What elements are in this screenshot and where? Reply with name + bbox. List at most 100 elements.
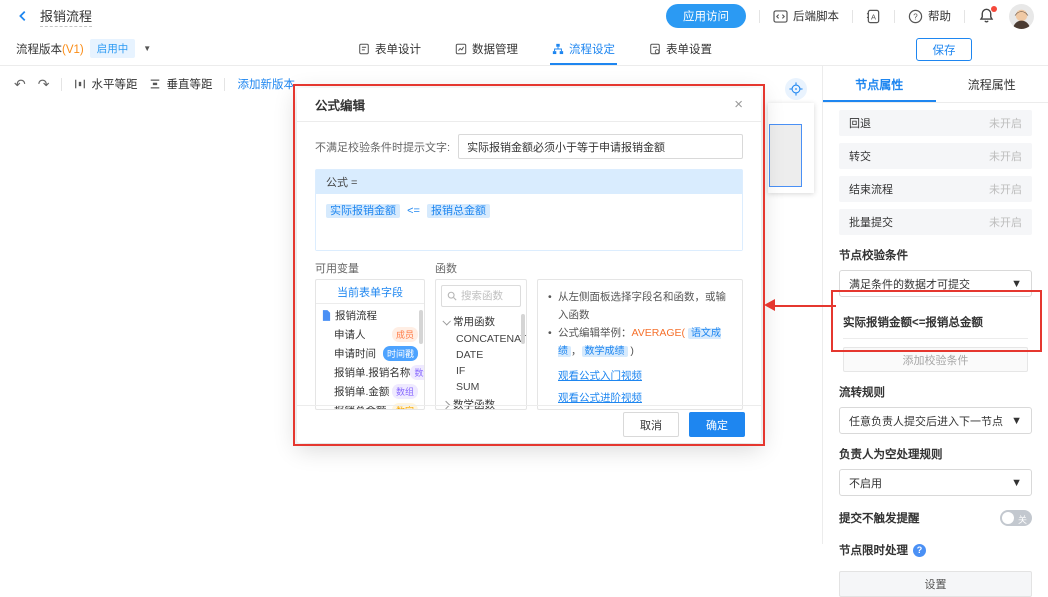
version-label: 流程版本(V1) — [16, 41, 84, 57]
variables-panel: 当前表单字段 报销流程 申请人成员 申请时间时间戳 报销单.报销名称数组 报销单… — [315, 279, 425, 410]
setting-row-rollback[interactable]: 回退未开启 — [839, 110, 1032, 136]
help-icon: ? — [908, 9, 923, 24]
setting-row-batch-submit[interactable]: 批量提交未开启 — [839, 209, 1032, 235]
tab-flow-properties[interactable]: 流程属性 — [936, 66, 1048, 102]
empty-assignee-rule-title: 负责人为空处理规则 — [839, 446, 1032, 462]
cancel-button[interactable]: 取消 — [623, 412, 679, 437]
divider — [759, 10, 760, 23]
locate-crosshair-icon[interactable] — [785, 78, 807, 100]
close-icon[interactable]: × — [734, 97, 743, 112]
function-group-common[interactable]: 常用函数 — [436, 312, 526, 331]
variables-section-label: 可用变量 — [315, 260, 359, 276]
version-dropdown-icon[interactable]: ▼ — [143, 44, 151, 53]
validation-section-title: 节点校验条件 — [839, 247, 1032, 263]
variable-item[interactable]: 报销单.金额数组 — [316, 382, 424, 401]
function-item[interactable]: DATE — [436, 347, 526, 363]
toggle-knob — [1002, 512, 1014, 524]
tab-data-management[interactable]: 数据管理 — [453, 32, 520, 65]
validation-condition[interactable]: 实际报销金额<=报销总金额 — [843, 311, 1028, 339]
function-item[interactable]: SUM — [436, 379, 526, 395]
status-text: 未开启 — [989, 148, 1022, 164]
functions-panel: 常用函数 CONCATENATE DATE IF SUM 数学函数 文本函数 日… — [435, 279, 527, 410]
tab-form-design[interactable]: 表单设计 — [356, 32, 423, 65]
status-text: 未开启 — [989, 115, 1022, 131]
validation-mode-select[interactable]: 满足条件的数据才可提交 ▼ — [839, 270, 1032, 297]
advanced-video-link[interactable]: 观看公式进阶视频 — [558, 390, 732, 405]
current-form-fields-tab[interactable]: 当前表单字段 — [316, 280, 424, 304]
add-condition-button[interactable]: 添加校验条件 — [843, 347, 1028, 372]
empty-assignee-rule-select[interactable]: 不启用 ▼ — [839, 469, 1032, 496]
validation-condition-block: 实际报销金额<=报销总金额 添加校验条件 — [839, 306, 1032, 372]
function-item[interactable]: CONCATENATE — [436, 331, 526, 347]
function-item[interactable]: IF — [436, 363, 526, 379]
type-badge: 数组 — [410, 365, 425, 380]
tab-node-properties[interactable]: 节点属性 — [823, 66, 936, 102]
minimap[interactable] — [768, 103, 814, 193]
backend-script-button[interactable]: 后端脚本 — [773, 8, 839, 24]
divider — [61, 78, 62, 91]
tip-example: 公式编辑举例：AVERAGE( 语文成绩，数学成绩 ) — [548, 325, 732, 361]
example-function: AVERAGE( — [632, 327, 685, 339]
minimap-viewport[interactable] — [769, 124, 802, 187]
horizontal-spacing-button[interactable]: 水平等距 — [74, 76, 137, 92]
function-search-input[interactable] — [461, 290, 515, 302]
example-field: 数学成绩 — [582, 346, 628, 357]
tab-form-settings[interactable]: 表单设置 — [647, 32, 714, 65]
formula-field-right[interactable]: 报销总金额 — [427, 204, 490, 218]
toggle-off-label: 关 — [1018, 513, 1027, 526]
page-title[interactable]: 报销流程 — [40, 6, 92, 27]
intro-video-link[interactable]: 观看公式入门视频 — [558, 368, 732, 383]
question-icon[interactable]: ? — [913, 544, 926, 557]
save-button[interactable]: 保存 — [916, 38, 972, 61]
type-badge: 时间戳 — [383, 346, 418, 361]
undo-icon[interactable]: ↶ — [14, 77, 26, 91]
user-avatar[interactable] — [1009, 4, 1034, 29]
flow-rule-title: 流转规则 — [839, 384, 1032, 400]
caret-down-icon: ▼ — [1011, 415, 1022, 427]
variable-item[interactable]: 申请人成员 — [316, 325, 424, 344]
chevron-down-icon — [442, 317, 450, 325]
formula-operator: <= — [407, 205, 420, 217]
setting-row-transfer[interactable]: 转交未开启 — [839, 143, 1032, 169]
time-limit-title: 节点限时处理 ? — [839, 542, 1032, 558]
formula-editor-modal: 公式编辑 × 不满足校验条件时提示文字: 公式 = 实际报销金额 <= 报销总金… — [297, 88, 761, 443]
redo-icon[interactable]: ↷ — [38, 77, 50, 91]
variable-item[interactable]: 申请时间时间戳 — [316, 344, 424, 363]
tab-flow-settings[interactable]: 流程设定 — [550, 32, 617, 65]
vertical-spacing-button[interactable]: 垂直等距 — [149, 76, 212, 92]
divider — [852, 10, 853, 23]
flow-settings-icon — [552, 43, 564, 55]
notifications-bell-icon[interactable] — [978, 7, 996, 25]
flow-rule-select[interactable]: 任意负责人提交后进入下一节点 ▼ — [839, 407, 1032, 434]
version-code: (V1) — [62, 44, 84, 56]
form-settings-icon — [649, 43, 661, 55]
status-text: 未开启 — [989, 181, 1022, 197]
variable-item[interactable]: 报销单.报销名称数组 — [316, 363, 424, 382]
time-limit-settings-button[interactable]: 设置 — [839, 571, 1032, 597]
formula-editor[interactable]: 公式 = 实际报销金额 <= 报销总金额 — [315, 169, 743, 251]
tip-line: 从左侧面板选择字段名和函数，或输入函数 — [548, 289, 732, 325]
setting-row-end-flow[interactable]: 结束流程未开启 — [839, 176, 1032, 202]
help-button[interactable]: ? 帮助 — [908, 8, 951, 24]
prompt-message-input[interactable] — [458, 134, 743, 159]
variables-tree-root[interactable]: 报销流程 — [316, 304, 424, 325]
confirm-button[interactable]: 确定 — [689, 412, 745, 437]
function-search[interactable] — [441, 285, 521, 307]
data-management-icon — [455, 43, 467, 55]
scrollbar[interactable] — [419, 310, 423, 344]
app-header: 报销流程 应用访问 后端脚本 A ? 帮助 — [0, 0, 1048, 32]
formula-field-left[interactable]: 实际报销金额 — [326, 204, 400, 218]
app-access-button[interactable]: 应用访问 — [666, 4, 746, 28]
divider — [894, 10, 895, 23]
back-icon[interactable] — [14, 7, 32, 25]
no-remind-toggle[interactable]: 关 — [1000, 510, 1032, 526]
formula-label: 公式 = — [316, 170, 742, 194]
modal-title: 公式编辑 — [315, 95, 365, 114]
add-version-link[interactable]: 添加新版本 — [237, 76, 295, 92]
properties-sidebar: 节点属性 流程属性 回退未开启 转交未开启 结束流程未开启 批量提交未开启 节点… — [822, 66, 1048, 544]
contacts-icon[interactable]: A — [866, 9, 881, 24]
prompt-label: 不满足校验条件时提示文字: — [315, 139, 450, 155]
scrollbar[interactable] — [521, 314, 525, 344]
formula-expression[interactable]: 实际报销金额 <= 报销总金额 — [316, 194, 742, 250]
no-remind-label: 提交不触发提醒 — [839, 510, 920, 526]
